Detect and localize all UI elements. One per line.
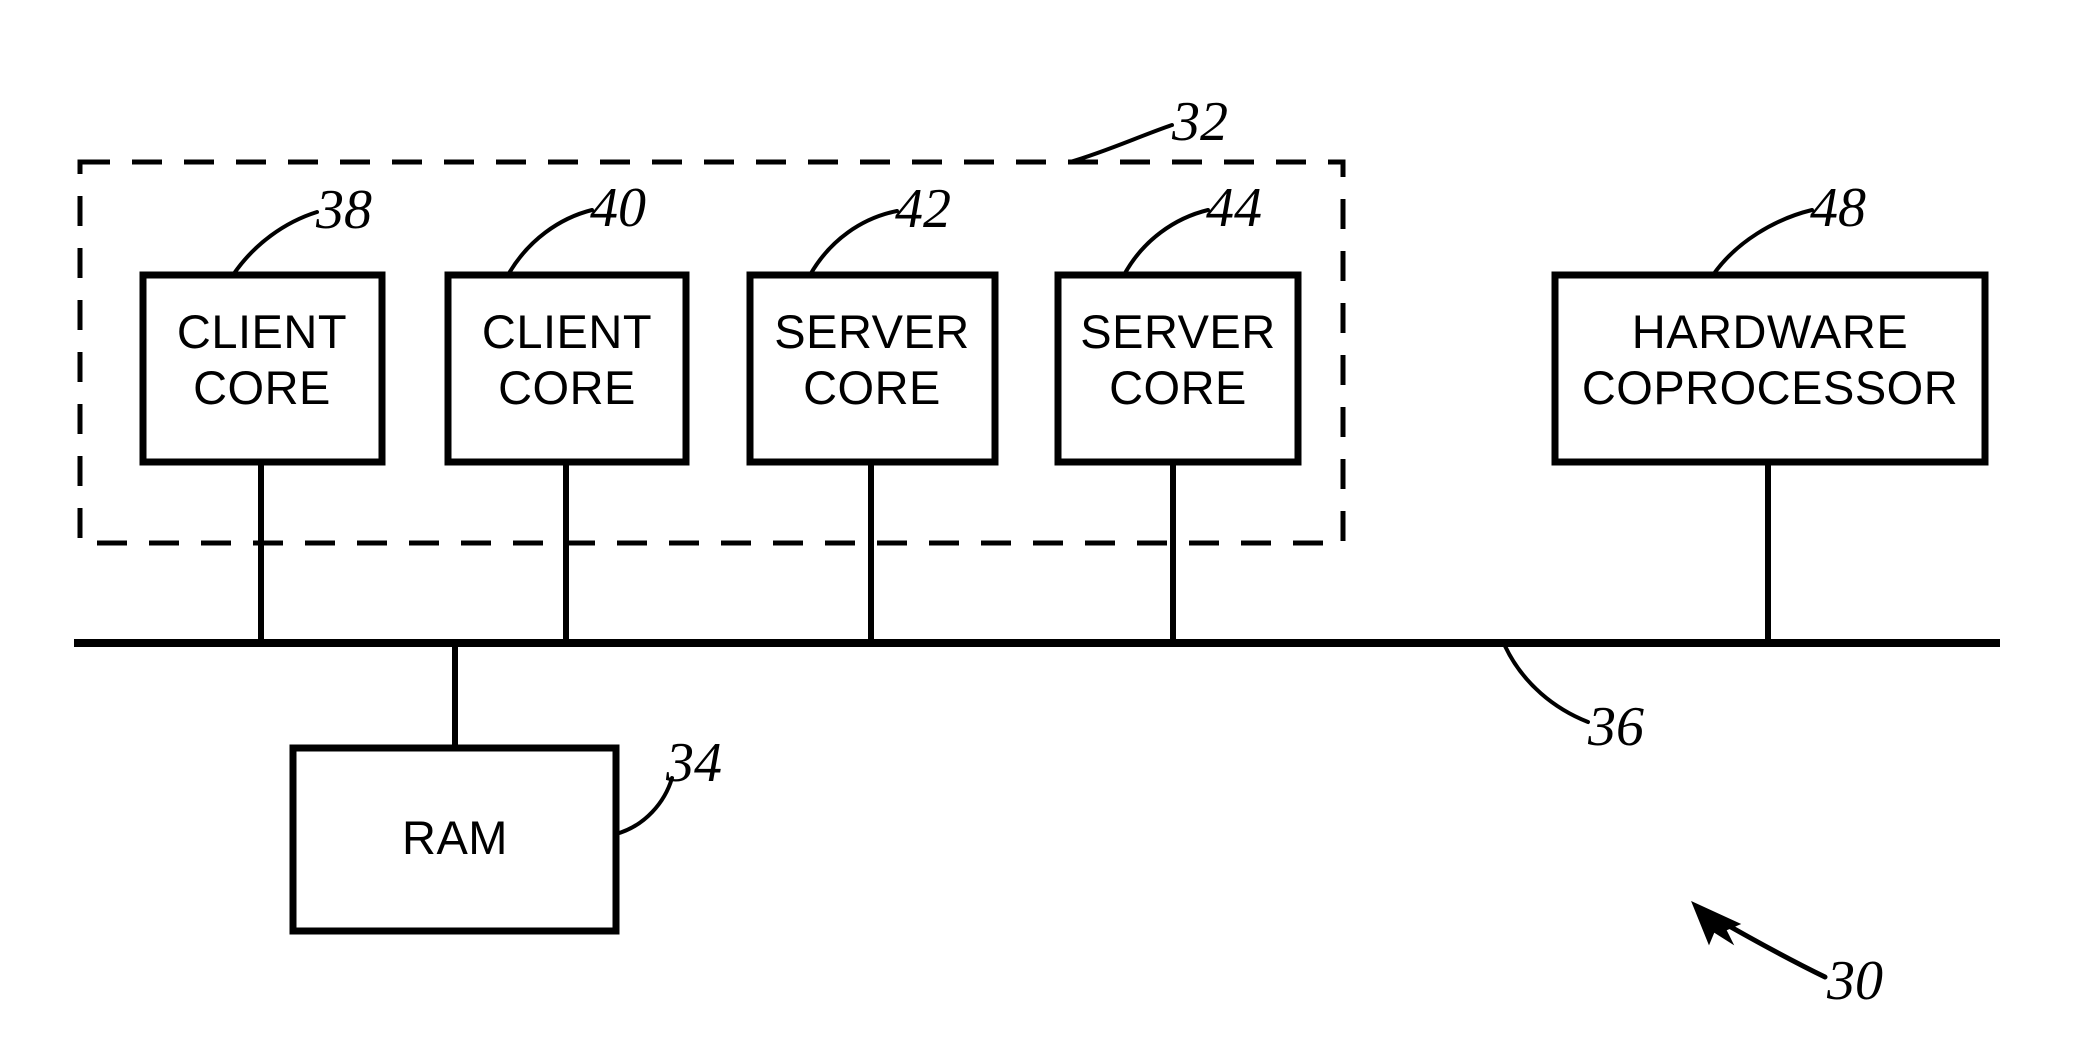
leader-line-40 (506, 208, 594, 277)
leader-line-32 (1068, 123, 1174, 164)
figure-canvas: CLIENT CORE 38 CLIENT CORE 40 SERVER COR… (74, 91, 2000, 1012)
leader-line-36 (1503, 644, 1590, 724)
ref-numeral-38: 38 (315, 179, 372, 241)
block-client-core-2-label-line2: CORE (498, 361, 636, 414)
block-server-core-2-label-line2: CORE (1109, 361, 1247, 414)
ref-numeral-36: 36 (1587, 696, 1644, 758)
patent-figure: CLIENT CORE 38 CLIENT CORE 40 SERVER COR… (0, 0, 2092, 1051)
block-client-core-1: CLIENT CORE (139, 271, 386, 466)
leader-line-44 (1122, 208, 1210, 277)
block-server-core-1: SERVER CORE (746, 271, 999, 466)
ref-numeral-40: 40 (590, 177, 646, 239)
arrow-head-30 (1691, 901, 1742, 946)
leader-line-42 (808, 209, 899, 277)
block-server-core-1-label-line1: SERVER (774, 305, 969, 358)
block-server-core-2: SERVER CORE (1054, 271, 1302, 466)
leader-line-34 (614, 776, 674, 836)
block-client-core-1-label-line1: CLIENT (177, 305, 347, 358)
ref-numeral-44: 44 (1206, 177, 1262, 239)
ref-numeral-48: 48 (1810, 177, 1866, 239)
block-hardware-coprocessor-label-line1: HARDWARE (1632, 305, 1908, 358)
system-pointer-arrow (1691, 901, 1828, 980)
block-server-core-1-label-line2: CORE (803, 361, 941, 414)
ref-numeral-32: 32 (1171, 91, 1228, 153)
ref-numeral-34: 34 (665, 732, 722, 794)
block-client-core-2: CLIENT CORE (444, 271, 690, 466)
block-ram-label-line1: RAM (402, 811, 508, 864)
ref-numeral-30: 30 (1826, 950, 1883, 1012)
leader-line-48 (1711, 208, 1814, 277)
block-server-core-2-label-line1: SERVER (1080, 305, 1275, 358)
block-hardware-coprocessor-label-line2: COPROCESSOR (1582, 361, 1958, 414)
block-ram: RAM (289, 744, 620, 935)
leader-line-38 (231, 210, 319, 277)
block-client-core-2-label-line1: CLIENT (482, 305, 652, 358)
ref-numeral-42: 42 (895, 178, 951, 240)
block-client-core-1-label-line2: CORE (193, 361, 331, 414)
block-hardware-coprocessor: HARDWARE COPROCESSOR (1551, 271, 1989, 466)
